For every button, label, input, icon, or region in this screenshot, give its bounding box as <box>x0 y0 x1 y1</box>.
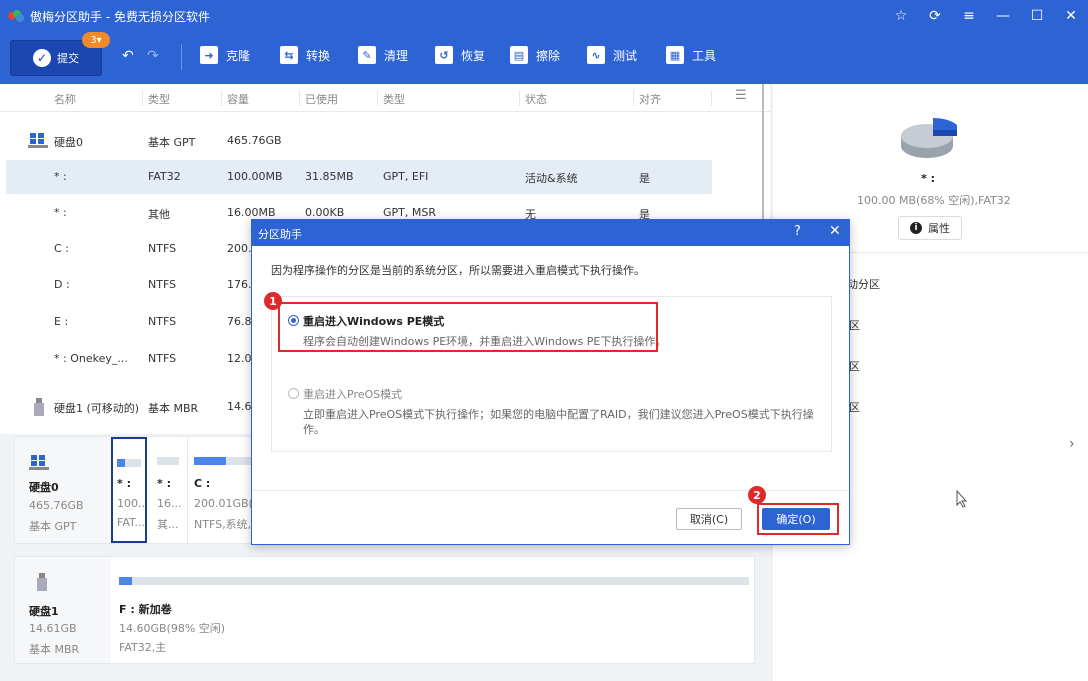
tool-test[interactable]: ∿ 测试 <box>587 46 637 64</box>
wipe-icon: ▤ <box>510 46 528 64</box>
chevron-right-icon[interactable]: › <box>1069 436 1075 452</box>
table-row[interactable]: * : FAT32 100.00MB 31.85MB GPT, EFI 活动&系… <box>6 160 712 194</box>
partition-block[interactable]: * : 100... FAT... <box>111 437 147 543</box>
selected-partition-name: * : <box>921 172 935 185</box>
tool-clone[interactable]: ➜ 克隆 <box>200 46 250 64</box>
window-title: 傲梅分区助手 - 免费无损分区软件 <box>30 9 210 24</box>
disk-map-disk1[interactable]: 硬盘1 14.61GB 基本 MBR F : 新加卷 14.60GB(98% 空… <box>14 556 755 664</box>
col-name[interactable]: 名称 <box>54 91 76 107</box>
usage-bar <box>117 459 141 467</box>
usb-drive-icon <box>34 398 44 416</box>
usage-bar <box>157 457 179 465</box>
toolbar: ✓ 提交 3 ▾ ↶ ↷ ➜ 克隆 ⇆ 转换 ✎ 清理 ↺ 恢复 ▤ 擦除 ∿ 测试 ▦ 工具 <box>0 32 1088 84</box>
toolbar-divider <box>181 44 182 70</box>
clean-icon: ✎ <box>358 46 376 64</box>
pending-count-badge[interactable]: 3 ▾ <box>82 32 110 48</box>
reboot-mode-dialog: 分区助手 ? ✕ 因为程序操作的分区是当前的系统分区，所以需要进入重启模式下执行… <box>251 219 850 545</box>
partition-block[interactable]: F : 新加卷 14.60GB(98% 空闲) FAT32,主 <box>113 557 753 663</box>
test-icon: ∿ <box>587 46 605 64</box>
maximize-button[interactable]: ☐ <box>1020 0 1054 32</box>
convert-icon: ⇆ <box>280 46 298 64</box>
info-icon: i <box>910 222 922 234</box>
app-logo-icon <box>8 10 24 22</box>
dialog-title: 分区助手 <box>258 228 302 241</box>
disk-icon <box>29 455 49 471</box>
properties-button[interactable]: i 属性 <box>898 216 962 240</box>
usage-bar <box>194 457 252 465</box>
action-item[interactable]: 区 <box>849 399 860 415</box>
submit-label: 提交 <box>57 52 79 65</box>
disk-summary: 硬盘0 465.76GB 基本 GPT <box>15 437 111 543</box>
close-icon[interactable]: ✕ <box>829 223 841 239</box>
step-badge-1: 1 <box>264 292 282 310</box>
cancel-button[interactable]: 取消(C) <box>676 508 742 530</box>
tool-clean[interactable]: ✎ 清理 <box>358 46 408 64</box>
highlight-box-1 <box>278 302 658 352</box>
disk-icon <box>28 133 48 149</box>
clone-icon: ➜ <box>200 46 218 64</box>
step-badge-2: 2 <box>748 486 766 504</box>
mouse-cursor-icon <box>956 490 968 508</box>
partition-block[interactable]: * : 16... 其... <box>151 437 185 543</box>
disk-summary: 硬盘1 14.61GB 基本 MBR <box>15 557 111 663</box>
tool-tools[interactable]: ▦ 工具 <box>666 46 716 64</box>
check-icon: ✓ <box>33 49 51 67</box>
partition-block[interactable]: C : 200.01GB(8 NTFS,系统,主 <box>187 437 254 543</box>
menu-icon[interactable]: ≡ <box>952 0 986 32</box>
selected-partition-info: 100.00 MB(68% 空闲),FAT32 <box>857 194 1011 207</box>
action-item[interactable]: 区 <box>849 317 860 333</box>
col-capacity[interactable]: 容量 <box>227 91 249 107</box>
radio-preos[interactable] <box>288 388 299 399</box>
tool-recover[interactable]: ↺ 恢复 <box>435 46 485 64</box>
recover-icon: ↺ <box>435 46 453 64</box>
usb-drive-icon <box>37 573 47 591</box>
star-icon[interactable]: ☆ <box>884 0 918 32</box>
col-align[interactable]: 对齐 <box>639 91 661 107</box>
undo-icon[interactable]: ↶ <box>122 48 134 64</box>
column-settings-icon[interactable]: ☰ <box>735 88 747 103</box>
tool-wipe[interactable]: ▤ 擦除 <box>510 46 560 64</box>
col-fs[interactable]: 类型 <box>383 91 405 107</box>
col-type[interactable]: 类型 <box>148 91 170 107</box>
title-bar: 傲梅分区助手 - 免费无损分区软件 ☆ ⟳ ≡ — ☐ ✕ <box>0 0 1088 32</box>
col-used[interactable]: 已使用 <box>305 91 338 107</box>
column-header: 名称 类型 容量 已使用 类型 状态 对齐 ☰ <box>0 84 770 112</box>
table-row[interactable]: 硬盘0 基本 GPT 465.76GB <box>6 124 712 158</box>
tool-convert[interactable]: ⇆ 转换 <box>280 46 330 64</box>
redo-icon[interactable]: ↷ <box>147 48 159 64</box>
dialog-message: 因为程序操作的分区是当前的系统分区，所以需要进入重启模式下执行操作。 <box>271 264 645 277</box>
tools-grid-icon: ▦ <box>666 46 684 64</box>
minimize-button[interactable]: — <box>986 0 1020 32</box>
close-window-button[interactable]: ✕ <box>1054 0 1088 32</box>
action-item[interactable]: 动分区 <box>847 276 880 292</box>
highlight-box-2 <box>757 503 839 535</box>
col-status[interactable]: 状态 <box>525 91 547 107</box>
usage-bar <box>119 577 749 585</box>
help-icon[interactable]: ? <box>794 224 801 239</box>
dialog-header: 分区助手 ? ✕ <box>252 220 849 246</box>
partition-pie-chart <box>901 118 957 158</box>
refresh-icon[interactable]: ⟳ <box>918 0 952 32</box>
action-item[interactable]: 区 <box>849 358 860 374</box>
